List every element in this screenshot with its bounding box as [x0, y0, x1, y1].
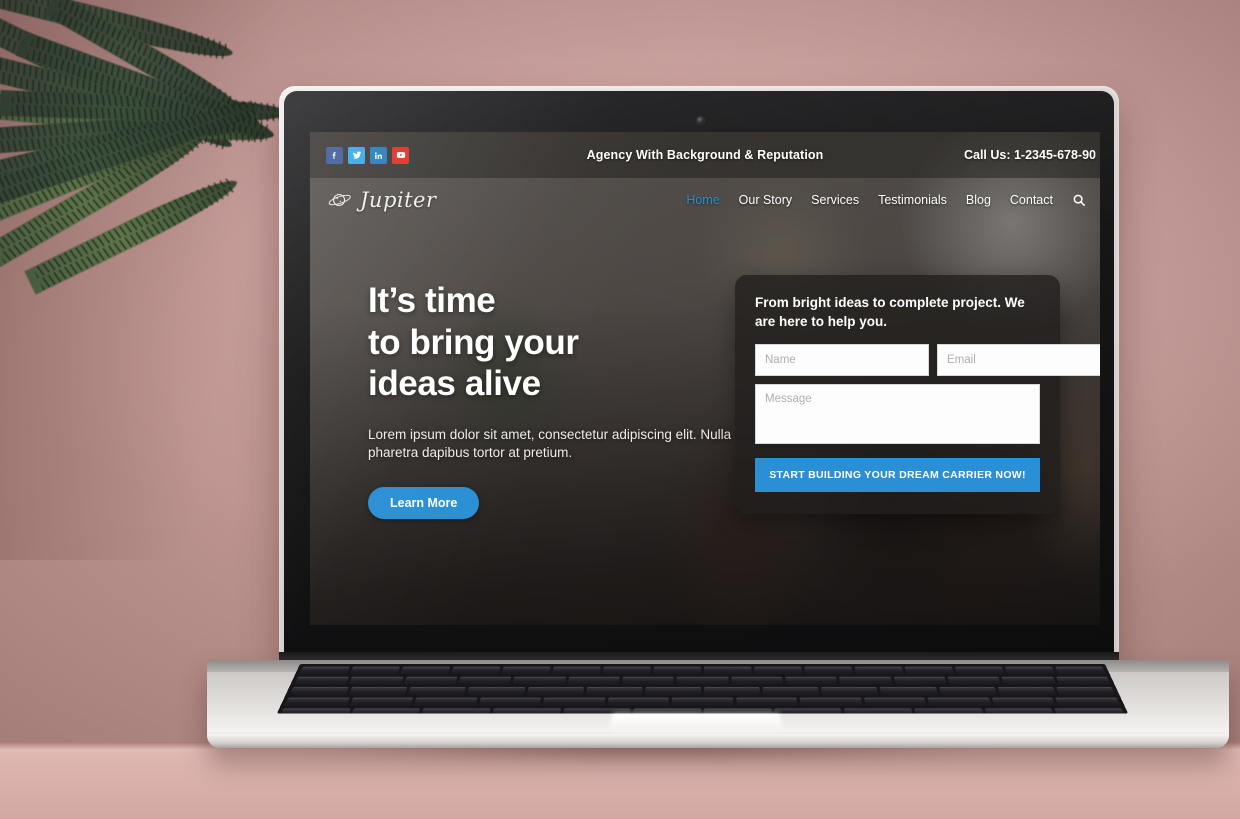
- laptop-keyboard[interactable]: [276, 664, 1129, 714]
- hero-section: It’s time to bring your ideas alive Lore…: [368, 280, 738, 520]
- site-tagline: Agency With Background & Reputation: [586, 148, 824, 162]
- contact-form-title: From bright ideas to complete project. W…: [755, 295, 1025, 329]
- search-icon[interactable]: [1072, 193, 1086, 207]
- contact-form-card: From bright ideas to complete project. W…: [735, 275, 1100, 515]
- phone-number[interactable]: Call Us: 1-2345-678-90: [964, 148, 1096, 162]
- hero-heading-line-1: It’s time: [368, 281, 496, 320]
- planet-icon: [328, 193, 351, 207]
- nav-links: Home Our Story Services Testimonials Blo…: [686, 193, 1086, 207]
- nav-item-testimonials[interactable]: Testimonials: [878, 193, 947, 207]
- scene: Agency With Background & Reputation Call…: [0, 0, 1240, 819]
- nav-item-contact[interactable]: Contact: [1010, 193, 1053, 207]
- nav-item-blog[interactable]: Blog: [966, 193, 991, 207]
- name-input[interactable]: [755, 344, 929, 377]
- nav-item-services[interactable]: Services: [811, 193, 859, 207]
- brand-logo[interactable]: Jupiter: [328, 188, 437, 212]
- contact-form-row: [755, 344, 1100, 377]
- email-input[interactable]: [937, 344, 1100, 377]
- hero-heading: It’s time to bring your ideas alive: [368, 280, 738, 405]
- linkedin-icon[interactable]: [370, 146, 387, 164]
- message-input[interactable]: [755, 384, 1040, 445]
- twitter-icon[interactable]: [348, 146, 365, 164]
- browser-viewport: Agency With Background & Reputation Call…: [310, 132, 1100, 625]
- hero-heading-line-2: to bring your: [368, 322, 579, 362]
- top-utility-bar: Agency With Background & Reputation Call…: [310, 132, 1100, 178]
- webcam-icon: [697, 117, 704, 124]
- main-navbar: Jupiter Home Our Story Services Testimon…: [310, 178, 1100, 222]
- nav-item-home[interactable]: Home: [686, 193, 719, 207]
- hero-paragraph: Lorem ipsum dolor sit amet, consectetur …: [368, 426, 732, 460]
- submit-button[interactable]: START BUILDING YOUR DREAM CARRIER NOW!: [755, 458, 1040, 493]
- facebook-icon[interactable]: [326, 146, 343, 164]
- learn-more-button[interactable]: Learn More: [368, 487, 480, 520]
- youtube-icon[interactable]: [392, 146, 409, 164]
- nav-item-our-story[interactable]: Our Story: [739, 193, 793, 207]
- brand-name: Jupiter: [360, 188, 437, 212]
- social-links: [326, 146, 409, 164]
- laptop-trackpad[interactable]: [612, 714, 780, 730]
- laptop-base-front: [207, 734, 1229, 748]
- hero-heading-line-3: ideas alive: [368, 364, 541, 404]
